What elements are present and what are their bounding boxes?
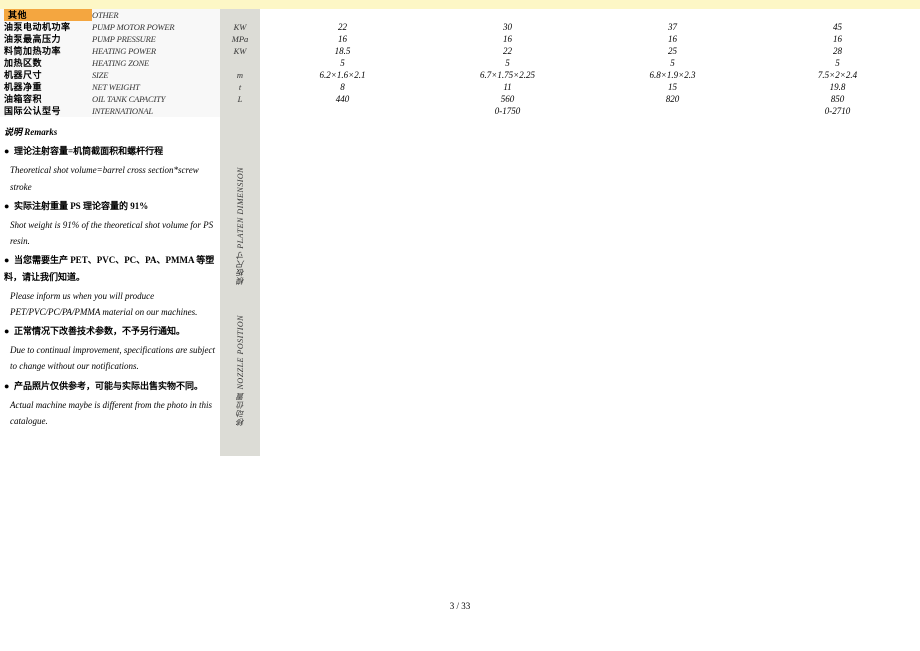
remarks-panel: 说明 Remarks ● 理论注射容量=机筒截面积和螺杆行程 Theoretic… xyxy=(0,117,220,456)
data-row: 5555 xyxy=(260,57,920,69)
side-vertical-strip: 模板尺寸 PLATEN DIMENSION 移动位置 NOZZLE POSITI… xyxy=(220,117,260,456)
page-footer: 3 / 33 xyxy=(0,601,920,611)
label-row: 油泵最高压力PUMP PRESSURE xyxy=(0,33,220,45)
unit: L xyxy=(220,93,260,105)
label-row: 料筒加热功率HEATING POWER xyxy=(0,45,220,57)
data-column: 22303745 16161616 18.5222528 5555 6.2×1.… xyxy=(260,9,920,117)
remark-en: Actual machine maybe is different from t… xyxy=(4,397,216,429)
label-row: 机器尺寸SIZE xyxy=(0,69,220,81)
section-header: 其他 OTHER xyxy=(0,9,220,21)
section-en: OTHER xyxy=(92,9,216,21)
label-row: 机器净重NET WEIGHT xyxy=(0,81,220,93)
data-row: 22303745 xyxy=(260,21,920,33)
data-row: 18.5222528 xyxy=(260,45,920,57)
unit: t xyxy=(220,81,260,93)
unit xyxy=(220,57,260,69)
unit: KW xyxy=(220,45,260,57)
label-row: 国际公认型号INTERNATIONAL xyxy=(0,105,220,117)
unit xyxy=(220,105,260,117)
label-row: 油泵电动机功率PUMP MOTOR POWER xyxy=(0,21,220,33)
data-row: 440560820850 xyxy=(260,93,920,105)
label-row: 加热区数HEATING ZONE xyxy=(0,57,220,69)
vertical-label-platen: 模板尺寸 PLATEN DIMENSION xyxy=(235,167,246,285)
remark-en: Theoretical shot volume=barrel cross sec… xyxy=(4,162,216,194)
vertical-label-nozzle: 移动位置 NOZZLE POSITION xyxy=(235,315,246,426)
data-row: 0-17500-2710 xyxy=(260,105,920,117)
units-column: KW MPa KW m t L xyxy=(220,9,260,117)
unit: MPa xyxy=(220,33,260,45)
data-row: 8111519.8 xyxy=(260,81,920,93)
label-row: 油箱容积OIL TANK CAPACITY xyxy=(0,93,220,105)
unit: m xyxy=(220,69,260,81)
remarks-title: 说明 Remarks xyxy=(4,124,216,140)
top-highlight-band xyxy=(0,0,920,9)
section-cn: 其他 xyxy=(4,9,92,21)
data-row: 16161616 xyxy=(260,33,920,45)
unit: KW xyxy=(220,21,260,33)
remark-item: ● 正常情况下改善技术参数，不予另行通知。 xyxy=(4,323,216,339)
remark-en: Due to continual improvement, specificat… xyxy=(4,342,216,374)
remark-item: ● 产品照片仅供参考，可能与实际出售实物不同。 xyxy=(4,378,216,394)
remark-item: ● 理论注射容量=机筒截面积和螺杆行程 xyxy=(4,143,216,159)
data-row: 6.2×1.6×2.16.7×1.75×2.256.8×1.9×2.37.5×2… xyxy=(260,69,920,81)
remark-en: Please inform us when you will produce P… xyxy=(4,288,216,320)
spec-table: 其他 OTHER 油泵电动机功率PUMP MOTOR POWER 油泵最高压力P… xyxy=(0,9,920,117)
remark-item: ● 当您需要生产 PET、PVC、PC、PA、PMMA 等塑料，请让我们知道。 xyxy=(4,252,216,284)
remark-en: Shot weight is 91% of the theoretical sh… xyxy=(4,217,216,249)
spec-labels-column: 其他 OTHER 油泵电动机功率PUMP MOTOR POWER 油泵最高压力P… xyxy=(0,9,220,117)
remark-item: ● 实际注射重量 PS 理论容量的 91% xyxy=(4,198,216,214)
lower-section: 说明 Remarks ● 理论注射容量=机筒截面积和螺杆行程 Theoretic… xyxy=(0,117,920,456)
